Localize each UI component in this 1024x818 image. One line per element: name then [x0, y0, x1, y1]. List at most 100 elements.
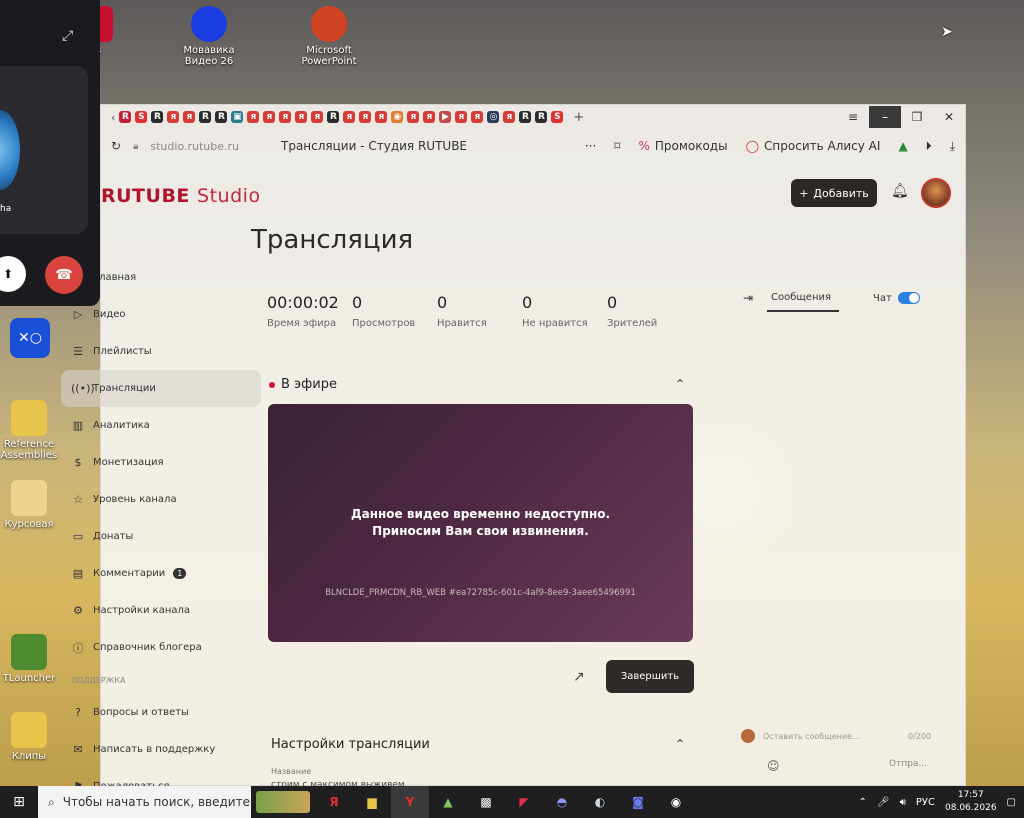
notifications-icon[interactable]: ▢ — [1007, 797, 1016, 808]
notifications-bell-icon[interactable]: 🔔︎ — [891, 183, 909, 199]
volume-icon[interactable]: 🔊︎ — [900, 797, 906, 808]
sidebar-item-broadcasts[interactable]: ((•)) Трансляции — [61, 370, 261, 407]
sidebar-item-playlists[interactable]: ☰ Плейлисты — [61, 333, 261, 370]
clock[interactable]: 17:57 08.06.2026 — [945, 789, 997, 815]
tab-icon[interactable]: я — [295, 111, 308, 123]
tab-icon[interactable]: S — [135, 111, 148, 123]
add-button[interactable]: + Добавить — [791, 179, 877, 207]
tab-icon[interactable]: ◉ — [391, 111, 404, 123]
minecraft-icon[interactable]: ▲ — [429, 786, 467, 818]
tab-icon[interactable]: я — [343, 111, 356, 123]
chat-toggle-label: Чат — [873, 292, 892, 304]
sidebar-item-channel-settings[interactable]: ⚙ Настройки канала — [61, 592, 261, 629]
promo-button[interactable]: % Промокоды — [638, 139, 727, 153]
steam-icon[interactable]: ◐ — [581, 786, 619, 818]
desktop-icon-powerpoint[interactable]: Microsoft PowerPoint — [294, 6, 364, 67]
video-player[interactable]: Данное видео временно недоступно. Принос… — [268, 404, 693, 642]
obs-icon[interactable]: ◉ — [657, 786, 695, 818]
discord-icon[interactable]: ◓ — [543, 786, 581, 818]
tab-icon[interactable]: я — [407, 111, 420, 123]
xbox-app-icon[interactable]: ✕○ — [10, 318, 50, 358]
collapse-panel-icon[interactable]: ⇥ — [727, 291, 767, 305]
windows-start-icon[interactable]: ⊞ — [0, 794, 38, 810]
microphone-icon[interactable]: 🎤︎ — [877, 797, 890, 808]
rutube-studio-logo[interactable]: RUTUBE Studio — [101, 185, 261, 207]
file-explorer-icon[interactable]: ▆ — [353, 786, 391, 818]
tab-icon[interactable]: ◎ — [487, 111, 500, 123]
tab-icon[interactable]: R — [151, 111, 164, 123]
chevron-up-icon[interactable]: ⌃ — [675, 737, 685, 751]
chevron-up-icon[interactable]: ⌃ — [675, 377, 685, 391]
minimize-icon[interactable]: – — [869, 106, 901, 128]
app-icon[interactable]: ◙ — [619, 786, 657, 818]
chevron-up-icon[interactable]: ⌃ — [859, 797, 867, 808]
more-icon[interactable]: ··· — [585, 139, 596, 153]
tab-icon[interactable]: я — [279, 111, 292, 123]
tab-icon[interactable]: R — [119, 111, 132, 123]
sidebar-item-blogger-guide[interactable]: ⓘ Справочник блогера — [61, 629, 261, 666]
tab-icon[interactable]: я — [247, 111, 260, 123]
avatar[interactable] — [921, 178, 951, 208]
tab-messages[interactable]: Сообщения — [767, 292, 839, 312]
tab-icon[interactable]: R — [215, 111, 228, 123]
tab-icon[interactable]: я — [183, 111, 196, 123]
broadcast-settings-heading: Настройки трансляции — [271, 737, 430, 752]
tab-icon[interactable]: я — [455, 111, 468, 123]
alice-button[interactable]: ◯ Спросить Алису AI — [746, 139, 881, 153]
taskbar-search[interactable]: ⌕ Чтобы начать поиск, введите — [38, 786, 251, 818]
sidebar-item-comments[interactable]: ▤ Комментарии 1 — [61, 555, 261, 592]
sidebar-item-monetization[interactable]: $ Монетизация — [61, 444, 261, 481]
tab-icon[interactable]: я — [311, 111, 324, 123]
desktop-icon-clips[interactable]: Клипы — [0, 712, 64, 762]
close-icon[interactable]: ✕ — [933, 106, 965, 128]
tab-icon[interactable]: я — [503, 111, 516, 123]
download-icon[interactable]: ⤓ — [950, 139, 955, 154]
send-button[interactable]: Отпра... — [889, 759, 927, 769]
tab-icon[interactable]: я — [167, 111, 180, 123]
sidebar-item-write-support[interactable]: ✉ Написать в поддержку — [61, 731, 261, 768]
reload-icon[interactable]: ↻ — [111, 139, 121, 153]
tab-icon[interactable]: я — [359, 111, 372, 123]
emoji-icon[interactable]: ☺ — [767, 759, 780, 773]
desktop-icon-tlauncher[interactable]: TLauncher — [0, 634, 64, 684]
taskbar-widget-icon[interactable] — [251, 786, 315, 818]
desktop-icon-reference-assemblies[interactable]: Reference Assemblies — [0, 400, 64, 461]
new-tab-icon[interactable]: + — [573, 110, 584, 125]
tab-icon[interactable]: R — [327, 111, 340, 123]
language-indicator[interactable]: РУС — [916, 797, 935, 808]
media-icon[interactable]: ⏵ — [926, 139, 932, 154]
hang-up-icon[interactable]: ☎ — [45, 256, 83, 294]
chat-toggle[interactable] — [897, 292, 920, 304]
expand-icon[interactable]: ⤢ — [62, 28, 73, 44]
restore-icon[interactable]: ❐ — [901, 106, 933, 128]
desktop-icon-movavi[interactable]: Мовавика Видео 26 — [174, 6, 244, 67]
sidebar-item-channel-level[interactable]: ☆ Уровень канала — [61, 481, 261, 518]
yandex-browser-icon[interactable]: Я — [315, 786, 353, 818]
tab-icon[interactable]: ▶ — [439, 111, 452, 123]
sidebar-item-analytics[interactable]: ▥ Аналитика — [61, 407, 261, 444]
tab-icon[interactable]: я — [263, 111, 276, 123]
app-icon[interactable]: ◤ — [505, 786, 543, 818]
game-icon[interactable]: ▩ — [467, 786, 505, 818]
tab-icon[interactable]: ▣ — [231, 111, 244, 123]
bookmark-icon[interactable]: ⌑ — [614, 139, 620, 153]
screen-share-icon[interactable]: ⬆ — [0, 256, 26, 292]
extension-icon[interactable]: ▲ — [898, 139, 907, 153]
chat-message-input[interactable]: Оставить сообщение... — [763, 732, 860, 741]
tab-icon[interactable]: я — [423, 111, 436, 123]
tab-icon[interactable]: R — [199, 111, 212, 123]
sidebar-item-donations[interactable]: ▭ Донаты — [61, 518, 261, 555]
end-broadcast-button[interactable]: Завершить — [606, 660, 694, 693]
desktop-icon-coursework[interactable]: Курсовая — [0, 480, 64, 530]
tab-icon[interactable]: R — [535, 111, 548, 123]
menu-icon[interactable]: ≡ — [837, 106, 869, 128]
tab-icon[interactable]: R — [519, 111, 532, 123]
share-icon[interactable]: ↗ — [573, 669, 585, 685]
sidebar-item-faq[interactable]: ? Вопросы и ответы — [61, 694, 261, 731]
url-text[interactable]: studio.rutube.ru — [150, 140, 239, 153]
back-tab-icon[interactable]: ‹ — [111, 111, 115, 124]
tab-icon[interactable]: S — [551, 111, 564, 123]
tab-icon[interactable]: я — [471, 111, 484, 123]
yandex-icon[interactable]: Y — [391, 786, 429, 818]
tab-icon[interactable]: я — [375, 111, 388, 123]
